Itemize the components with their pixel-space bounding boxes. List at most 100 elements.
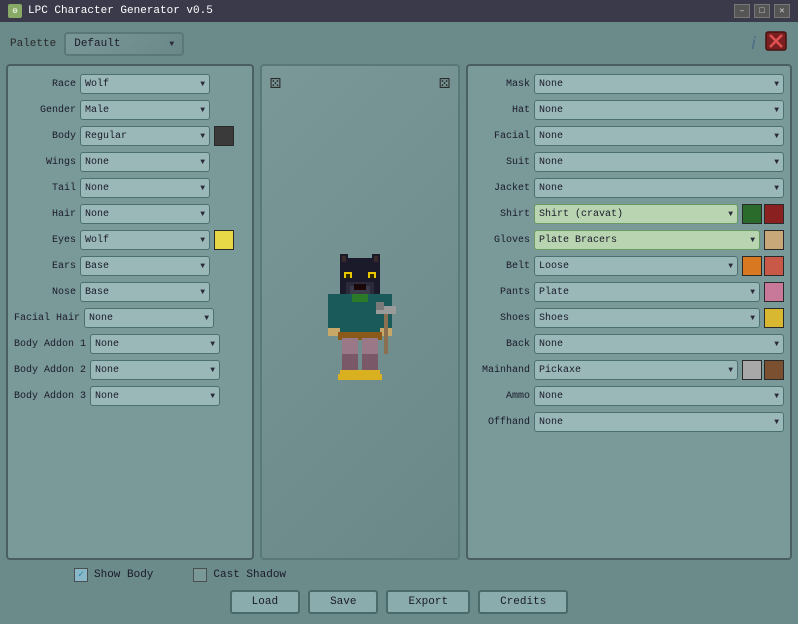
- window-controls: – □ ✕: [734, 4, 790, 18]
- right-label-9: Shoes: [474, 313, 530, 324]
- left-row-10: Body Addon 1None▼: [14, 332, 246, 356]
- right-dropdown-text-3: None: [539, 157, 774, 168]
- title-bar: ⚙ LPC Character Generator v0.5 – □ ✕: [0, 0, 798, 22]
- left-dropdown-7[interactable]: Base▼: [80, 256, 210, 276]
- right-dropdown-10[interactable]: None▼: [534, 334, 784, 354]
- right-dropdown-text-5: Shirt (cravat): [539, 209, 728, 220]
- export-button[interactable]: Export: [386, 590, 470, 614]
- show-body-checkbox-row[interactable]: ✓ Show Body: [74, 568, 153, 582]
- left-dropdown-10[interactable]: None▼: [90, 334, 220, 354]
- right-dropdown-3[interactable]: None▼: [534, 152, 784, 172]
- right-dropdown-12[interactable]: None▼: [534, 386, 784, 406]
- left-dropdown-2[interactable]: Regular▼: [80, 126, 210, 146]
- right-dropdown-5[interactable]: Shirt (cravat)▼: [534, 204, 738, 224]
- left-swatch-6[interactable]: [214, 230, 234, 250]
- right-row-4: JacketNone▼: [474, 176, 784, 200]
- left-swatch-2[interactable]: [214, 126, 234, 146]
- left-dropdown-1[interactable]: Male▼: [80, 100, 210, 120]
- left-dropdown-12[interactable]: None▼: [90, 386, 220, 406]
- right-dropdown-0[interactable]: None▼: [534, 74, 784, 94]
- right-row-7: Belt Loose▼: [474, 254, 784, 278]
- right-dropdown-text-10: None: [539, 339, 774, 350]
- right-dropdown-8[interactable]: Plate▼: [534, 282, 760, 302]
- load-button[interactable]: Load: [230, 590, 300, 614]
- right-dropdown-11[interactable]: Pickaxe▼: [534, 360, 738, 380]
- palette-dropdown[interactable]: Default ▼: [64, 32, 184, 56]
- right-swatch-8-0[interactable]: [764, 282, 784, 302]
- right-label-3: Suit: [474, 157, 530, 168]
- left-dropdown-0[interactable]: Wolf▼: [80, 74, 210, 94]
- dice-right-icon[interactable]: ⚄: [439, 72, 450, 94]
- right-dropdown-arrow-icon-5: ▼: [728, 210, 733, 219]
- left-dropdown-text-1: Male: [85, 105, 198, 116]
- right-swatches-9: [764, 308, 784, 328]
- maximize-button[interactable]: □: [754, 4, 770, 18]
- left-label-7: Ears: [14, 261, 76, 272]
- left-dropdown-4[interactable]: None▼: [80, 178, 210, 198]
- left-dropdown-9[interactable]: None▼: [84, 308, 214, 328]
- right-swatches-8: [764, 282, 784, 302]
- left-dropdown-11[interactable]: None▼: [90, 360, 220, 380]
- left-dropdown-arrow-icon-0: ▼: [200, 80, 205, 89]
- credits-button[interactable]: Credits: [478, 590, 568, 614]
- right-row-5: ShirtShirt (cravat)▼: [474, 202, 784, 226]
- right-panel: MaskNone▼HatNone▼FacialNone▼SuitNone▼Jac…: [466, 64, 792, 560]
- right-label-7: Belt: [474, 261, 530, 272]
- right-dropdown-4[interactable]: None▼: [534, 178, 784, 198]
- left-dropdown-6[interactable]: Wolf▼: [80, 230, 210, 250]
- right-swatch-6-0[interactable]: [764, 230, 784, 250]
- left-label-12: Body Addon 3: [14, 391, 86, 402]
- left-label-9: Facial Hair: [14, 313, 80, 324]
- right-dropdown-7[interactable]: Loose▼: [534, 256, 738, 276]
- action-buttons: Load Save Export Credits: [14, 590, 784, 614]
- right-swatch-11-0[interactable]: [742, 360, 762, 380]
- right-dropdown-text-1: None: [539, 105, 774, 116]
- right-dropdown-9[interactable]: Shoes▼: [534, 308, 760, 328]
- left-label-6: Eyes: [14, 235, 76, 246]
- x-close-icon[interactable]: [764, 30, 788, 58]
- left-dropdown-3[interactable]: None▼: [80, 152, 210, 172]
- right-swatch-5-0[interactable]: [742, 204, 762, 224]
- right-dropdown-arrow-icon-10: ▼: [774, 340, 779, 349]
- right-dropdown-arrow-icon-8: ▼: [750, 288, 755, 297]
- show-body-checkbox[interactable]: ✓: [74, 568, 88, 582]
- info-icon[interactable]: 𝑖: [751, 34, 756, 55]
- right-dropdown-13[interactable]: None▼: [534, 412, 784, 432]
- top-bar: Palette Default ▼ 𝑖: [6, 28, 792, 60]
- right-dropdown-arrow-icon-12: ▼: [774, 392, 779, 401]
- close-button[interactable]: ✕: [774, 4, 790, 18]
- right-swatch-5-1[interactable]: [764, 204, 784, 224]
- left-dropdown-arrow-icon-8: ▼: [200, 288, 205, 297]
- save-button[interactable]: Save: [308, 590, 378, 614]
- left-dropdown-arrow-icon-1: ▼: [200, 106, 205, 115]
- left-dropdown-8[interactable]: Base▼: [80, 282, 210, 302]
- right-swatch-11-1[interactable]: [764, 360, 784, 380]
- right-swatches-11: [742, 360, 784, 380]
- left-dropdown-text-11: None: [95, 365, 208, 376]
- right-row-1: HatNone▼: [474, 98, 784, 122]
- right-row-12: AmmoNone▼: [474, 384, 784, 408]
- right-swatch-9-0[interactable]: [764, 308, 784, 328]
- right-dropdown-6[interactable]: Plate Bracers▼: [534, 230, 760, 250]
- right-row-13: OffhandNone▼: [474, 410, 784, 434]
- right-swatch-7-0[interactable]: [742, 256, 762, 276]
- right-dropdown-arrow-icon-2: ▼: [774, 132, 779, 141]
- left-dropdown-5[interactable]: None▼: [80, 204, 210, 224]
- right-dropdown-2[interactable]: None▼: [534, 126, 784, 146]
- dice-left-icon[interactable]: ⚄: [270, 72, 281, 94]
- left-label-3: Wings: [14, 157, 76, 168]
- right-swatch-7-1[interactable]: [764, 256, 784, 276]
- right-dropdown-text-4: None: [539, 183, 774, 194]
- right-dropdown-arrow-icon-7: ▼: [728, 262, 733, 271]
- cast-shadow-checkbox[interactable]: [193, 568, 207, 582]
- left-dropdown-arrow-icon-7: ▼: [200, 262, 205, 271]
- right-dropdown-1[interactable]: None▼: [534, 100, 784, 120]
- cast-shadow-checkbox-row[interactable]: Cast Shadow: [193, 568, 286, 582]
- right-dropdown-arrow-icon-9: ▼: [750, 314, 755, 323]
- left-dropdown-arrow-icon-12: ▼: [210, 392, 215, 401]
- minimize-button[interactable]: –: [734, 4, 750, 18]
- left-row-12: Body Addon 3 None▼: [14, 384, 246, 408]
- right-row-9: Shoes Shoes▼: [474, 306, 784, 330]
- left-panel: RaceWolf▼GenderMale▼BodyRegular▼WingsNon…: [6, 64, 254, 560]
- right-row-11: MainhandPickaxe▼: [474, 358, 784, 382]
